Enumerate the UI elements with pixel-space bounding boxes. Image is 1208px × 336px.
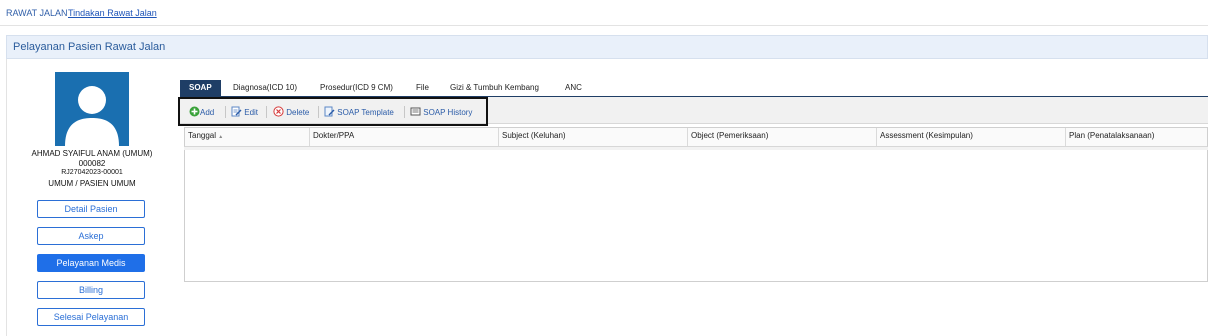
tab-gizi[interactable]: Gizi & Tumbuh Kembang bbox=[450, 80, 539, 96]
tab-soap[interactable]: SOAP bbox=[180, 80, 221, 96]
patient-name: AHMAD SYAIFUL ANAM (UMUM) bbox=[31, 149, 153, 158]
toolbar-separator bbox=[225, 106, 226, 118]
selesai-pelayanan-button[interactable]: Selesai Pelayanan bbox=[37, 308, 145, 326]
grid-header-underline bbox=[184, 147, 1208, 150]
tab-prosedur[interactable]: Prosedur(ICD 9 CM) bbox=[320, 80, 393, 96]
column-subject[interactable]: Subject (Keluhan) bbox=[502, 131, 566, 140]
add-button[interactable]: Add bbox=[189, 106, 214, 118]
delete-button[interactable]: Delete bbox=[273, 106, 309, 118]
patient-avatar bbox=[55, 72, 129, 146]
toolbar-separator bbox=[404, 106, 405, 118]
column-object[interactable]: Object (Pemeriksaan) bbox=[691, 131, 768, 140]
askep-button[interactable]: Askep bbox=[37, 227, 145, 245]
history-list-icon bbox=[410, 107, 421, 116]
soap-template-label: SOAP Template bbox=[337, 108, 394, 117]
column-tanggal-label: Tanggal bbox=[188, 131, 217, 140]
delete-label: Delete bbox=[286, 108, 310, 117]
toolbar-separator bbox=[318, 106, 319, 118]
patient-category: UMUM / PASIEN UMUM bbox=[48, 179, 136, 188]
tab-diagnosa[interactable]: Diagnosa(ICD 10) bbox=[233, 80, 297, 96]
column-separator[interactable] bbox=[876, 128, 877, 146]
soap-history-button[interactable]: SOAP History bbox=[410, 106, 472, 118]
column-separator[interactable] bbox=[687, 128, 688, 146]
patient-visit-id: RJ27042023-00001 bbox=[61, 169, 123, 176]
toolbar-separator bbox=[266, 106, 267, 118]
tab-anc[interactable]: ANC bbox=[565, 80, 582, 96]
edit-document-icon bbox=[231, 106, 242, 117]
delete-circle-icon bbox=[273, 106, 284, 117]
detail-pasien-button[interactable]: Detail Pasien bbox=[37, 200, 145, 218]
panel-header: Pelayanan Pasien Rawat Jalan bbox=[6, 35, 1208, 59]
column-tanggal[interactable]: Tanggal ▲ bbox=[188, 131, 223, 140]
tab-file[interactable]: File bbox=[416, 80, 429, 96]
edit-label: Edit bbox=[244, 108, 259, 117]
billing-button[interactable]: Billing bbox=[37, 281, 145, 299]
top-breadcrumb-bar: RAWAT JALAN Tindakan Rawat Jalan bbox=[0, 0, 1208, 26]
breadcrumb-current[interactable]: Tindakan Rawat Jalan bbox=[68, 8, 157, 18]
soap-grid bbox=[184, 127, 1208, 282]
column-dokter[interactable]: Dokter/PPA bbox=[313, 131, 354, 140]
breadcrumb-root[interactable]: RAWAT JALAN bbox=[6, 8, 68, 18]
user-silhouette-icon bbox=[65, 86, 119, 146]
sort-asc-icon: ▲ bbox=[218, 134, 224, 140]
column-assessment[interactable]: Assessment (Kesimpulan) bbox=[880, 131, 973, 140]
column-separator[interactable] bbox=[1065, 128, 1066, 146]
add-label: Add bbox=[200, 108, 215, 117]
edit-button[interactable]: Edit bbox=[231, 106, 258, 118]
template-document-icon bbox=[324, 106, 335, 117]
patient-number: 000082 bbox=[78, 159, 106, 168]
column-separator[interactable] bbox=[498, 128, 499, 146]
pelayanan-medis-button[interactable]: Pelayanan Medis bbox=[37, 254, 145, 272]
soap-template-button[interactable]: SOAP Template bbox=[324, 106, 394, 118]
soap-history-label: SOAP History bbox=[423, 108, 473, 117]
panel-title: Pelayanan Pasien Rawat Jalan bbox=[13, 41, 166, 53]
column-separator[interactable] bbox=[309, 128, 310, 146]
column-plan[interactable]: Plan (Penatalaksanaan) bbox=[1069, 131, 1154, 140]
plus-circle-icon bbox=[189, 106, 200, 117]
